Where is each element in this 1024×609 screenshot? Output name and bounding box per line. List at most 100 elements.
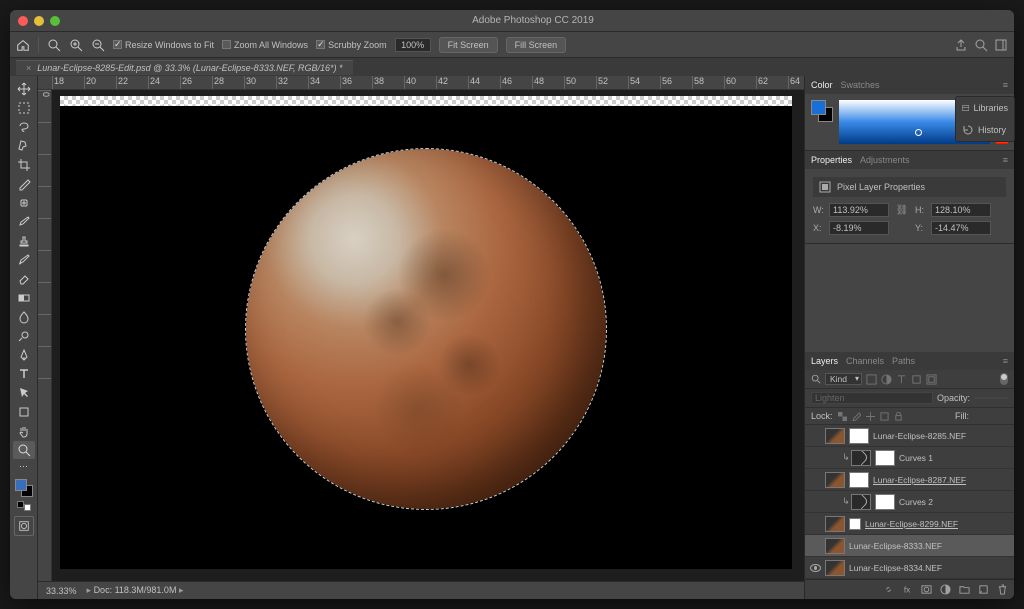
delete-layer-icon[interactable] xyxy=(997,584,1008,595)
layer-row[interactable]: Lunar-Eclipse-8299.NEF xyxy=(805,513,1014,535)
zoom-out-icon[interactable] xyxy=(91,38,105,52)
layer-mask-thumbnail[interactable] xyxy=(875,450,895,466)
layer-name[interactable]: Lunar-Eclipse-8333.NEF xyxy=(849,541,942,551)
layer-mask-thumbnail[interactable] xyxy=(875,494,895,510)
crop-tool[interactable] xyxy=(13,156,35,174)
marquee-tool[interactable] xyxy=(13,99,35,117)
history-brush-tool[interactable] xyxy=(13,251,35,269)
fit-screen-button[interactable]: Fit Screen xyxy=(439,37,498,53)
blur-tool[interactable] xyxy=(13,308,35,326)
path-select-tool[interactable] xyxy=(13,384,35,402)
layer-name[interactable]: Curves 1 xyxy=(899,453,933,463)
layer-row[interactable]: ↳Curves 1 xyxy=(805,447,1014,469)
layer-name[interactable]: Lunar-Eclipse-8334.NEF xyxy=(849,563,942,573)
eyedropper-tool[interactable] xyxy=(13,175,35,193)
link-wh-icon[interactable]: ⛓ xyxy=(893,205,911,216)
paths-tab[interactable]: Paths xyxy=(892,356,915,366)
x-input[interactable]: -8.19% xyxy=(829,221,889,235)
layer-style-icon[interactable]: fx xyxy=(902,584,913,595)
healing-tool[interactable] xyxy=(13,194,35,212)
panel-menu-icon[interactable]: ≡ xyxy=(1003,356,1008,366)
opacity-input[interactable] xyxy=(974,397,1008,399)
filter-smart-icon[interactable] xyxy=(926,374,937,385)
ruler-horizontal[interactable]: 1820222426283032343638404244464850525456… xyxy=(38,76,804,90)
layer-mask-thumbnail[interactable] xyxy=(849,518,861,530)
home-icon[interactable] xyxy=(16,38,30,52)
zoom-in-icon[interactable] xyxy=(69,38,83,52)
scrubby-zoom-check[interactable]: Scrubby Zoom xyxy=(316,40,387,50)
quick-select-tool[interactable] xyxy=(13,137,35,155)
adjustments-tab[interactable]: Adjustments xyxy=(860,155,910,165)
filter-kind-dropdown[interactable]: Kind xyxy=(825,373,862,385)
lock-artboard-icon[interactable] xyxy=(880,412,889,421)
layer-row[interactable]: Lunar-Eclipse-8334.NEF xyxy=(805,557,1014,579)
history-tab[interactable]: History xyxy=(956,119,1014,141)
swatches-tab[interactable]: Swatches xyxy=(841,80,880,90)
zoom-percent-input[interactable]: 100% xyxy=(395,38,431,52)
channels-tab[interactable]: Channels xyxy=(846,356,884,366)
adjustment-layer-icon[interactable] xyxy=(940,584,951,595)
new-layer-icon[interactable] xyxy=(978,584,989,595)
stamp-tool[interactable] xyxy=(13,232,35,250)
minimize-window[interactable] xyxy=(34,16,44,26)
resize-windows-check[interactable]: Resize Windows to Fit xyxy=(113,40,214,50)
blend-mode-dropdown[interactable]: Lighten xyxy=(811,392,933,404)
lasso-tool[interactable] xyxy=(13,118,35,136)
filter-toggle[interactable] xyxy=(1000,373,1008,385)
y-input[interactable]: -14.47% xyxy=(931,221,991,235)
hand-tool[interactable] xyxy=(13,422,35,440)
ruler-vertical[interactable]: 0 xyxy=(38,90,52,581)
width-input[interactable]: 113.92% xyxy=(829,203,889,217)
brush-tool[interactable] xyxy=(13,213,35,231)
filter-type-icon[interactable] xyxy=(896,374,907,385)
dodge-tool[interactable] xyxy=(13,327,35,345)
status-zoom[interactable]: 33.33% xyxy=(46,586,77,596)
foreground-background-swatch[interactable] xyxy=(15,479,33,497)
layer-visibility[interactable] xyxy=(805,564,825,572)
layer-mask-icon[interactable] xyxy=(921,584,932,595)
layer-mask-thumbnail[interactable] xyxy=(849,472,869,488)
zoom-tool[interactable] xyxy=(13,441,35,459)
libraries-tab[interactable]: Libraries xyxy=(956,97,1014,119)
layer-row[interactable]: Lunar-Eclipse-8333.NEF xyxy=(805,535,1014,557)
link-layers-icon[interactable] xyxy=(883,584,894,595)
edit-toolbar[interactable]: ⋯ xyxy=(13,460,35,472)
layer-mask-thumbnail[interactable] xyxy=(849,428,869,444)
default-colors[interactable] xyxy=(17,501,31,511)
close-window[interactable] xyxy=(18,16,28,26)
zoom-all-check[interactable]: Zoom All Windows xyxy=(222,40,308,50)
filter-shape-icon[interactable] xyxy=(911,374,922,385)
layer-name[interactable]: Lunar-Eclipse-8285.NEF xyxy=(873,431,966,441)
fill-screen-button[interactable]: Fill Screen xyxy=(506,37,567,53)
layer-row[interactable]: Lunar-Eclipse-8287.NEF xyxy=(805,469,1014,491)
height-input[interactable]: 128.10% xyxy=(931,203,991,217)
panel-menu-icon[interactable]: ≡ xyxy=(1003,80,1008,90)
shape-tool[interactable] xyxy=(13,403,35,421)
gradient-tool[interactable] xyxy=(13,289,35,307)
layer-name[interactable]: Lunar-Eclipse-8287.NEF xyxy=(873,475,966,485)
close-tab-icon[interactable]: × xyxy=(26,63,31,73)
properties-tab[interactable]: Properties xyxy=(811,155,852,165)
lock-all-icon[interactable] xyxy=(894,412,903,421)
pen-tool[interactable] xyxy=(13,346,35,364)
layer-name[interactable]: Lunar-Eclipse-8299.NEF xyxy=(865,519,958,529)
search-icon[interactable] xyxy=(974,38,988,52)
color-swatch[interactable] xyxy=(811,100,833,122)
color-tab[interactable]: Color xyxy=(811,80,833,90)
workspace-icon[interactable] xyxy=(994,38,1008,52)
canvas[interactable] xyxy=(52,90,804,581)
maximize-window[interactable] xyxy=(50,16,60,26)
lock-position-icon[interactable] xyxy=(866,412,875,421)
lock-image-icon[interactable] xyxy=(852,412,861,421)
layer-name[interactable]: Curves 2 xyxy=(899,497,933,507)
eraser-tool[interactable] xyxy=(13,270,35,288)
layer-row[interactable]: Lunar-Eclipse-8285.NEF xyxy=(805,425,1014,447)
filter-adjust-icon[interactable] xyxy=(881,374,892,385)
panel-menu-icon[interactable]: ≡ xyxy=(1003,155,1008,165)
layers-tab[interactable]: Layers xyxy=(811,356,838,366)
group-icon[interactable] xyxy=(959,584,970,595)
layer-row[interactable]: ↳Curves 2 xyxy=(805,491,1014,513)
document-tab[interactable]: × Lunar-Eclipse-8285-Edit.psd @ 33.3% (L… xyxy=(16,60,353,75)
move-tool[interactable] xyxy=(13,80,35,98)
zoom-tool-icon[interactable] xyxy=(47,38,61,52)
